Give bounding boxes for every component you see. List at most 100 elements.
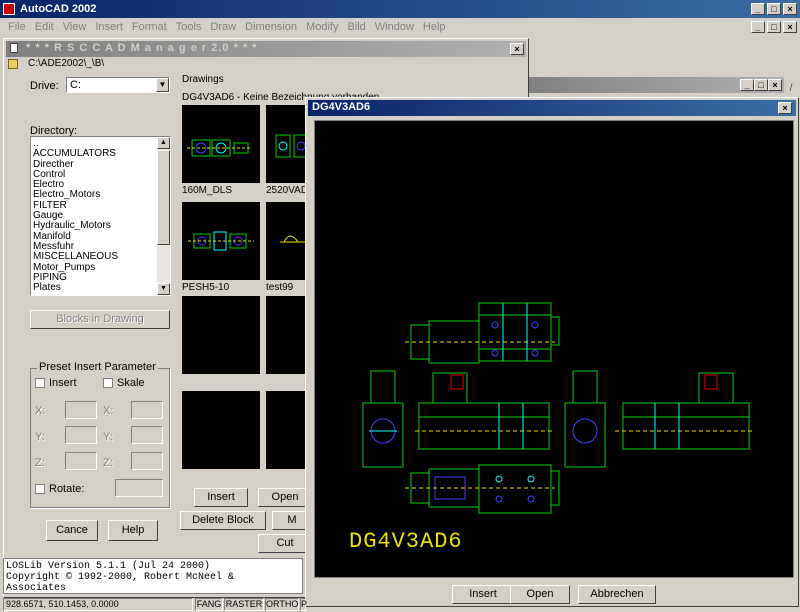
menu-tools[interactable]: Tools (176, 21, 202, 33)
thumbnail-1-preview (187, 139, 252, 157)
menu-help[interactable]: Help (423, 21, 446, 33)
menu-modify[interactable]: Modify (306, 21, 338, 33)
rotate-checkbox[interactable]: Rotate: (35, 483, 84, 495)
ortho-toggle[interactable]: ORTHO (265, 598, 299, 611)
insert-z-field[interactable] (65, 452, 97, 470)
directory-scrollbar[interactable]: ▲ ▼ (157, 137, 170, 295)
scale-x-field[interactable] (131, 401, 163, 419)
valve-top-view (405, 302, 560, 364)
thumbnail-5[interactable] (182, 296, 260, 374)
manager-close-button[interactable]: × (510, 43, 524, 55)
manager-title-bar: * * * R S C C A D M a n a g e r 2.0 * * … (6, 41, 526, 57)
command-line[interactable]: LOSLib Version 5.1.1 (Jul 24 2000) Copyr… (3, 558, 303, 594)
scale-y-label: Y: (103, 431, 113, 443)
menu-view[interactable]: View (63, 21, 87, 33)
insert-button[interactable]: Insert (194, 488, 248, 507)
open-button[interactable]: Open (258, 488, 312, 507)
cut-button[interactable]: Cut (258, 534, 312, 553)
help-button[interactable]: Help (108, 520, 158, 541)
command-line-2: Copyright © 1992-2000, Robert McNeel & A… (6, 572, 235, 594)
autocad-logo-icon (3, 3, 15, 15)
menu-format[interactable]: Format (132, 21, 167, 33)
rotate-field[interactable] (115, 479, 163, 497)
menu-bar: File Edit View Insert Format Tools Draw Dimensi… (0, 18, 800, 36)
drawing-window-titlebar: _ □ × (528, 77, 784, 93)
valve-bottom-view (405, 464, 560, 514)
current-path: C:\ADE2002\_\B\ (28, 58, 105, 69)
thumbnail-1-label: 160M_DLS (182, 185, 233, 196)
preset-title: Preset Insert Parameter (37, 361, 158, 373)
minimize-button[interactable]: _ (751, 3, 765, 15)
drive-select[interactable]: C: ▼ (66, 77, 170, 93)
menu-draw[interactable]: Draw (210, 21, 236, 33)
menu-window[interactable]: Window (375, 21, 414, 33)
menu-bild[interactable]: Bild (347, 21, 365, 33)
drawing-maximize-button[interactable]: □ (754, 79, 768, 91)
status-bar: 928.6571, 510.1453, 0.0000 FANG RASTER O… (0, 597, 800, 612)
menu-dimension[interactable]: Dimension (245, 21, 297, 33)
thumbnail-7[interactable] (182, 391, 260, 469)
directory-list[interactable]: .. ACCUMULATORS Directher Control Electro Ele… (30, 136, 171, 296)
scale-checkbox[interactable]: Skale (103, 377, 145, 389)
doc-close-button[interactable]: × (783, 21, 797, 33)
scale-checkbox-label: Skale (117, 377, 145, 389)
menu-edit[interactable]: Edit (35, 21, 54, 33)
command-line-1: LOSLib Version 5.1.1 (Jul 24 2000) (6, 561, 211, 572)
rotate-checkbox-label: Rotate: (49, 483, 85, 495)
snap-toggle[interactable]: FANG (195, 598, 223, 611)
thumbnail-3-preview (188, 231, 254, 251)
close-button[interactable]: × (783, 3, 797, 15)
maximize-button[interactable]: □ (767, 3, 781, 15)
document-icon (10, 43, 18, 53)
doc-maximize-button[interactable]: □ (767, 21, 781, 33)
scroll-up-icon[interactable]: ▲ (157, 137, 170, 149)
preview-title: DG4V3AD6 (312, 101, 371, 113)
preview-title-bar: DG4V3AD6 × (308, 100, 796, 116)
folder-icon (8, 59, 18, 69)
insert-checkbox-label: Insert (49, 377, 77, 389)
scroll-down-icon[interactable]: ▼ (157, 283, 170, 295)
drawing-close-button[interactable]: × (768, 79, 782, 91)
scale-z-label: Z: (103, 457, 113, 469)
thumbnail-1[interactable] (182, 105, 260, 183)
preview-window: DG4V3AD6 × DG4V3AD6 Insert Open Abbreche… (305, 97, 799, 607)
insert-y-field[interactable] (65, 426, 97, 444)
drawing-minimize-button[interactable]: _ (740, 79, 754, 91)
chevron-down-icon[interactable]: ▼ (156, 78, 169, 92)
insert-checkbox[interactable]: Insert (35, 377, 77, 389)
thumbnail-3[interactable] (182, 202, 260, 280)
manager-title: * * * R S C C A D M a n a g e r 2.0 * * … (26, 42, 258, 54)
insert-y-label: Y: (35, 431, 45, 443)
preview-canvas: DG4V3AD6 (314, 120, 794, 578)
polar-toggle[interactable]: P (300, 598, 307, 611)
drawings-label: Drawings (180, 74, 226, 85)
valve-drawing (362, 302, 755, 514)
doc-minimize-button[interactable]: _ (751, 21, 765, 33)
valve-side-view-right (564, 370, 755, 468)
drive-label: Drive: (30, 80, 59, 92)
drawings-panel: Drawings DG4V3AD6 - Keine Bezeichnung vo… (174, 74, 379, 560)
coordinate-readout: 928.6571, 510.1453, 0.0000 (3, 598, 193, 611)
delete-block-button[interactable]: Delete Block (180, 511, 266, 530)
grid-toggle[interactable]: RASTER (224, 598, 264, 611)
drawing-name-text: DG4V3AD6 (349, 529, 463, 554)
modify-tool-icon[interactable]: / (784, 82, 798, 96)
scale-x-label: X: (103, 405, 114, 417)
preview-close-button[interactable]: × (778, 102, 792, 114)
blocks-in-drawing-button[interactable]: Blocks in Drawing (30, 310, 170, 329)
thumbnail-3-label: PESH5-10 (182, 282, 230, 293)
valve-side-view-left (362, 370, 555, 468)
menu-insert[interactable]: Insert (95, 21, 123, 33)
scale-z-field[interactable] (131, 452, 163, 470)
cancel-button[interactable]: Cance (46, 520, 98, 541)
thumbnail-4-label: test99 (266, 282, 294, 293)
drive-value: C: (70, 79, 81, 91)
app-title-bar: AutoCAD 2002 _ □ × (0, 0, 800, 18)
insert-x-label: X: (35, 405, 46, 417)
menu-file[interactable]: File (8, 21, 26, 33)
insert-x-field[interactable] (65, 401, 97, 419)
scroll-thumb[interactable] (157, 150, 170, 245)
manager-left-panel: Drive: C: ▼ Directory: .. ACCUMULATORS Dir… (22, 72, 172, 552)
directory-item[interactable]: Plates (31, 282, 157, 293)
scale-y-field[interactable] (131, 426, 163, 444)
